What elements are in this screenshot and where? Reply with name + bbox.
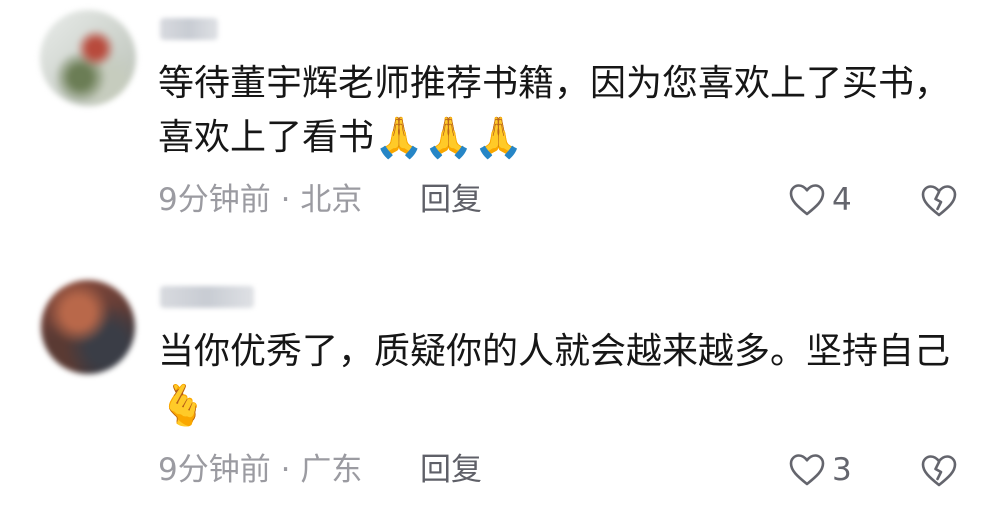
comment-item: 当你优秀了，质疑你的人就会越来越多。坚持自己 🫰 9分钟前 · 广东 回复 3 — [0, 260, 1000, 521]
reply-button[interactable]: 回复 — [420, 180, 482, 220]
comment-location: 北京 — [300, 182, 363, 218]
finger-heart-icon: 🫰 — [158, 383, 208, 429]
like-button[interactable]: 4 — [788, 180, 852, 220]
comment-body: 当你优秀了，质疑你的人就会越来越多。坚持自己 — [158, 331, 951, 372]
like-count: 3 — [832, 452, 852, 488]
comment-meta: 9分钟前 · 北京 — [158, 180, 362, 220]
comment-body: 等待董宇辉老师推荐书籍，因为您喜欢上了买书，喜欢上了看书 — [158, 63, 951, 158]
heart-icon — [789, 184, 825, 216]
comment-text: 当你优秀了，质疑你的人就会越来越多。坚持自己 🫰 — [158, 325, 958, 433]
comment-time: 9分钟前 — [158, 182, 271, 218]
like-button[interactable]: 3 — [788, 450, 852, 490]
like-count: 4 — [832, 182, 852, 218]
comment-meta: 9分钟前 · 广东 — [158, 450, 362, 490]
comment-text: 等待董宇辉老师推荐书籍，因为您喜欢上了买书，喜欢上了看书🙏🙏🙏 — [158, 57, 958, 165]
reply-button[interactable]: 回复 — [420, 450, 482, 490]
username-blurred[interactable] — [160, 18, 218, 40]
heart-icon — [789, 454, 825, 486]
broken-heart-icon[interactable] — [920, 454, 958, 488]
comment-location: 广东 — [300, 452, 363, 488]
avatar[interactable] — [41, 280, 135, 374]
folded-hands-icon: 🙏🙏🙏 — [374, 115, 524, 161]
meta-separator: · — [280, 182, 291, 218]
username-blurred[interactable] — [160, 286, 254, 308]
avatar[interactable] — [40, 10, 136, 106]
broken-heart-icon[interactable] — [920, 184, 958, 218]
comment-item: 等待董宇辉老师推荐书籍，因为您喜欢上了买书，喜欢上了看书🙏🙏🙏 9分钟前 · 北… — [0, 0, 1000, 260]
meta-separator: · — [280, 452, 291, 488]
comment-time: 9分钟前 — [158, 452, 271, 488]
